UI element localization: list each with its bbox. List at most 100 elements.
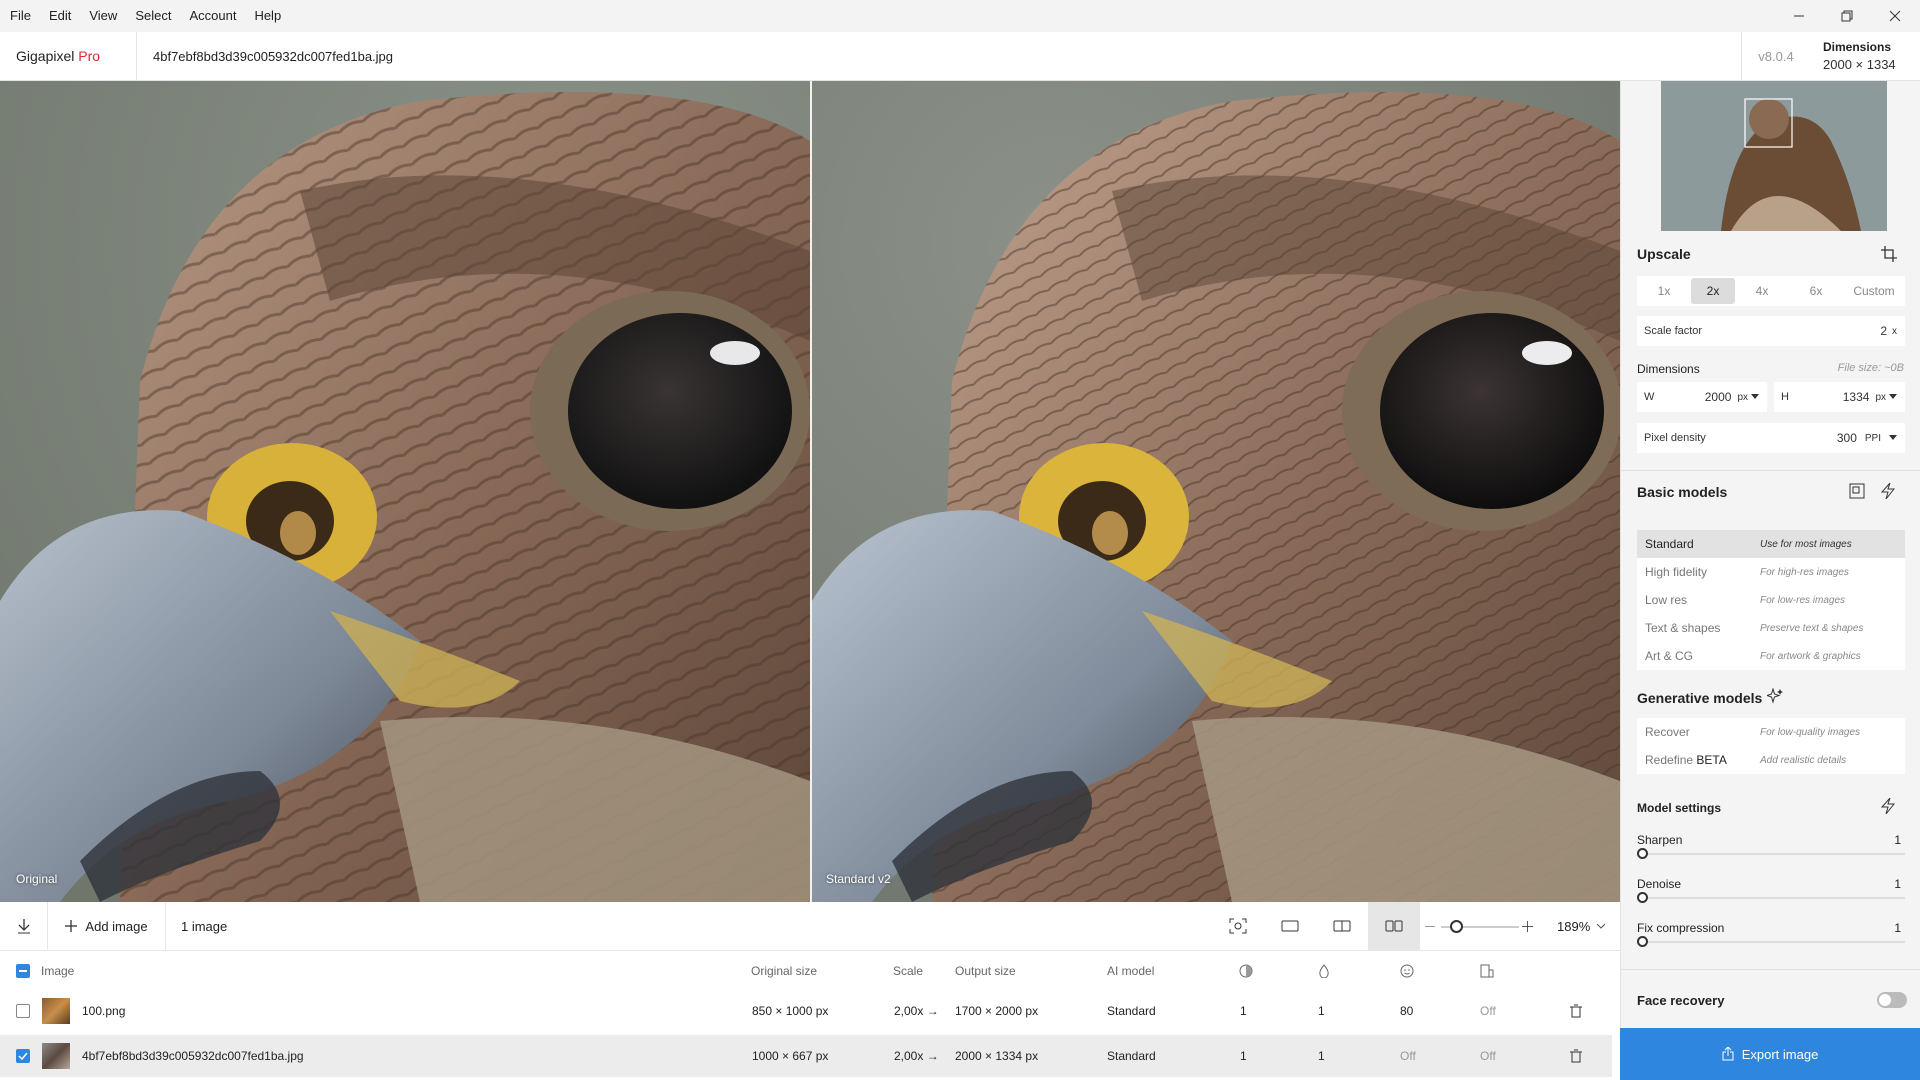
header-original-size[interactable]: Original size xyxy=(751,964,817,978)
app-name: Gigapixel xyxy=(16,47,75,64)
model-low-res[interactable]: Low res For low-res images xyxy=(1637,586,1905,614)
zoom-level[interactable]: 189% xyxy=(1557,919,1590,934)
header-image[interactable]: Image xyxy=(41,964,74,978)
current-filename: 4bf7ebf8bd3d39c005932dc007fed1ba.jpg xyxy=(153,48,394,64)
table-header: Image Original size Scale Output size AI… xyxy=(0,951,1612,990)
model-recover[interactable]: Recover For low-quality images xyxy=(1637,718,1905,746)
export-button[interactable]: Export image xyxy=(1620,1028,1920,1080)
row-scale: 2,00x → xyxy=(894,1004,939,1018)
restore-button[interactable] xyxy=(1823,0,1871,32)
pixel-density-label: Pixel density xyxy=(1644,432,1706,444)
pixel-density-field[interactable]: Pixel density 300 PPI xyxy=(1637,423,1905,453)
zoom-in-icon[interactable] xyxy=(1522,921,1533,932)
app-brand: Gigapixel Pro xyxy=(0,31,137,81)
minimize-button[interactable] xyxy=(1775,0,1823,32)
fix-compression-slider[interactable]: Fix compression 1 xyxy=(1637,921,1905,947)
model-name: Recover xyxy=(1645,725,1690,739)
slider-track[interactable] xyxy=(1641,941,1905,943)
preview-canvas[interactable]: Original Standard v2 xyxy=(0,81,1620,902)
slider-track[interactable] xyxy=(1641,853,1905,855)
scale-option-2x[interactable]: 2x xyxy=(1691,278,1735,304)
model-name: Redefine xyxy=(1645,753,1694,767)
row-original-size: 1000 × 667 px xyxy=(752,1049,829,1063)
lightning-icon[interactable] xyxy=(1881,798,1895,814)
slider-track[interactable] xyxy=(1641,897,1905,899)
select-all-checkbox[interactable] xyxy=(16,964,30,978)
split-view-button[interactable] xyxy=(1317,902,1367,951)
menu-edit[interactable]: Edit xyxy=(40,0,80,32)
scale-factor-field[interactable]: Scale factor 2 x xyxy=(1637,316,1905,346)
header-scale[interactable]: Scale xyxy=(893,964,923,978)
menu-account[interactable]: Account xyxy=(180,0,245,32)
single-view-button[interactable] xyxy=(1265,902,1315,951)
table-row[interactable]: 4bf7ebf8bd3d39c005932dc007fed1ba.jpg 100… xyxy=(0,1035,1612,1077)
pixel-density-unit: PPI xyxy=(1864,432,1881,444)
caret-down-icon xyxy=(1751,394,1759,399)
crop-icon[interactable] xyxy=(1881,246,1897,262)
header-ai-model[interactable]: AI model xyxy=(1107,964,1154,978)
trash-icon[interactable] xyxy=(1570,1004,1582,1018)
scale-option-4x[interactable]: 4x xyxy=(1735,278,1789,304)
divider xyxy=(1621,969,1920,970)
header-output-size[interactable]: Output size xyxy=(955,964,1016,978)
width-label: W xyxy=(1644,391,1655,403)
menu-help[interactable]: Help xyxy=(245,0,290,32)
model-high-fidelity[interactable]: High fidelity For high-res images xyxy=(1637,558,1905,586)
table-row[interactable]: 100.png 850 × 1000 px 2,00x → 1700 × 200… xyxy=(0,990,1612,1032)
side-by-side-view-button[interactable] xyxy=(1368,901,1420,951)
fit-view-icon xyxy=(1229,918,1247,934)
navigator-thumbnail[interactable] xyxy=(1661,81,1887,231)
add-image-button[interactable]: Add image xyxy=(48,901,166,951)
trash-icon[interactable] xyxy=(1570,1049,1582,1063)
denoise-label: Denoise xyxy=(1637,877,1682,891)
model-desc: Preserve text & shapes xyxy=(1760,622,1864,634)
model-text-shapes[interactable]: Text & shapes Preserve text & shapes xyxy=(1637,614,1905,642)
height-field[interactable]: H 1334 px xyxy=(1774,382,1905,412)
model-name: Art & CG xyxy=(1645,649,1694,663)
width-value: 2000 xyxy=(1704,390,1732,404)
close-button[interactable] xyxy=(1871,0,1919,32)
scale-option-6x[interactable]: 6x xyxy=(1789,278,1843,304)
sharpen-slider[interactable]: Sharpen 1 xyxy=(1637,833,1905,859)
face-recovery-toggle[interactable] xyxy=(1877,992,1907,1008)
menu-select[interactable]: Select xyxy=(126,0,180,32)
model-settings-title: Model settings xyxy=(1637,801,1722,815)
slider-knob[interactable] xyxy=(1637,892,1648,903)
settings-sidebar: Upscale 1x 2x 4x 6x Custom Scale factor … xyxy=(1620,81,1920,1080)
add-image-label: Add image xyxy=(85,918,148,934)
lightning-icon[interactable] xyxy=(1881,483,1895,499)
slider-knob[interactable] xyxy=(1637,936,1648,947)
chevron-down-icon[interactable] xyxy=(1596,923,1606,930)
scale-option-custom[interactable]: Custom xyxy=(1843,278,1905,304)
zoom-slider-knob[interactable] xyxy=(1450,920,1463,933)
import-button[interactable] xyxy=(0,901,48,951)
file-size: File size: ~0B xyxy=(1837,362,1904,374)
original-preview[interactable]: Original xyxy=(0,81,810,902)
row-original-size: 850 × 1000 px xyxy=(752,1004,829,1018)
model-standard[interactable]: Standard Use for most images xyxy=(1637,530,1905,558)
zoom-out-icon[interactable] xyxy=(1425,926,1435,927)
image-count: 1 image xyxy=(181,918,228,934)
dimensions-label: Dimensions xyxy=(1823,40,1892,54)
model-redefine[interactable]: Redefine BETA Add realistic details xyxy=(1637,746,1905,774)
denoise-slider[interactable]: Denoise 1 xyxy=(1637,877,1905,903)
divider xyxy=(1621,470,1920,471)
check-icon xyxy=(18,1052,28,1061)
scale-option-1x[interactable]: 1x xyxy=(1637,278,1691,304)
model-art-cg[interactable]: Art & CG For artwork & graphics xyxy=(1637,642,1905,670)
scale-selector: 1x 2x 4x 6x Custom xyxy=(1637,276,1905,306)
fit-view-button[interactable] xyxy=(1213,902,1263,951)
width-field[interactable]: W 2000 px xyxy=(1637,382,1767,412)
row-checkbox[interactable] xyxy=(16,1049,30,1063)
upscaled-preview[interactable]: Standard v2 xyxy=(812,81,1620,902)
model-desc: For low-res images xyxy=(1760,594,1846,606)
compare-models-icon[interactable] xyxy=(1849,483,1865,499)
menu-file[interactable]: File xyxy=(0,0,40,32)
row-checkbox[interactable] xyxy=(16,1004,30,1018)
row-face: Off xyxy=(1400,1049,1416,1063)
single-view-icon xyxy=(1281,920,1299,932)
caret-down-icon xyxy=(1889,435,1897,440)
slider-knob[interactable] xyxy=(1637,848,1648,859)
menu-view[interactable]: View xyxy=(80,0,126,32)
original-label: Original xyxy=(16,872,58,886)
